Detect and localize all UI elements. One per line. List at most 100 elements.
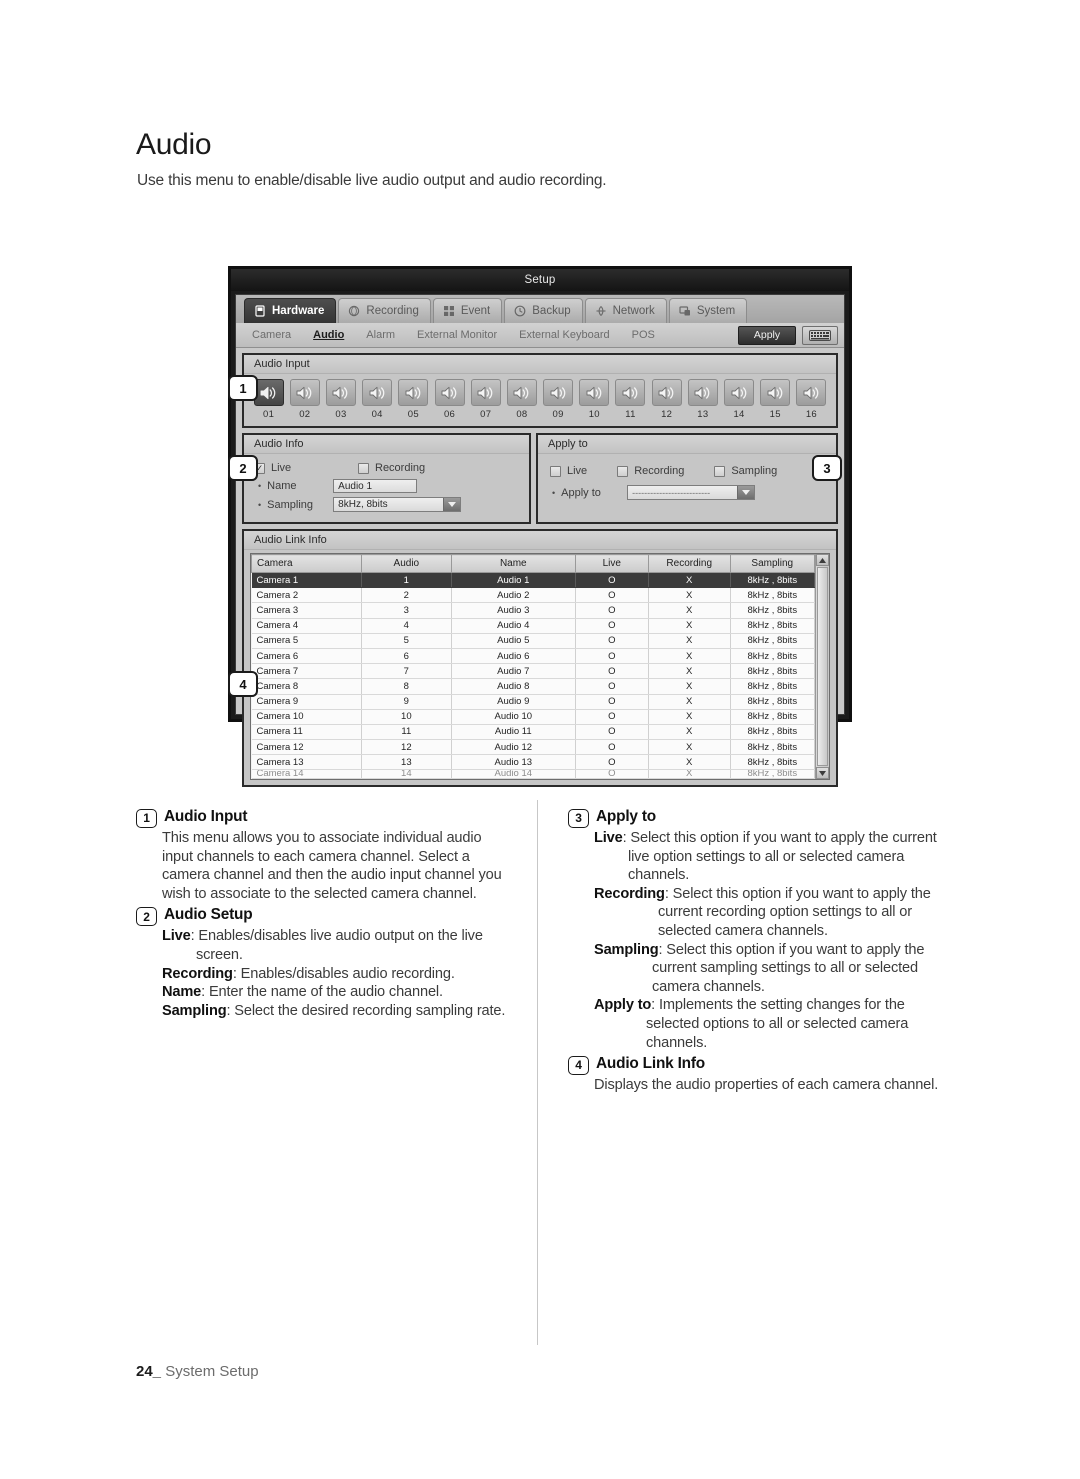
table-cell: 13: [361, 754, 452, 771]
table-cell: Camera 7: [251, 663, 362, 680]
audio-input-channel-14[interactable]: 14: [722, 379, 755, 420]
audio-input-channel-label: 13: [697, 409, 709, 420]
table-cell: 8kHz , 8bits: [730, 633, 816, 649]
tab-backup[interactable]: Backup: [504, 298, 583, 323]
table-cell: 8kHz , 8bits: [730, 709, 816, 725]
table-cell: 10: [361, 709, 452, 725]
audio-info-sampling-row: • Sampling 8kHz, 8bits: [252, 497, 521, 512]
table-row[interactable]: Camera 4 4 Audio 4 O X 8kHz , 8bits: [251, 618, 816, 634]
table-cell: Camera 6: [251, 648, 362, 665]
table-cell: Audio 8: [451, 678, 576, 695]
table-cell: Audio 7: [451, 663, 576, 680]
table-row[interactable]: Camera 1 1 Audio 1 O X 8kHz , 8bits: [251, 572, 816, 589]
audio-input-channel-15[interactable]: 15: [759, 379, 792, 420]
apply-to-live-checkbox[interactable]: Live: [550, 465, 587, 477]
table-row[interactable]: Camera 3 3 Audio 3 O X 8kHz , 8bits: [251, 602, 816, 619]
table-vertical-scrollbar[interactable]: [815, 554, 829, 780]
table-row[interactable]: Camera 14 14 Audio 14 O X 8kHz , 8bits: [251, 769, 816, 780]
table-cell: Camera 1: [251, 572, 362, 589]
apply-to-recording-checkbox[interactable]: Recording: [617, 465, 684, 477]
table-cell: 8kHz , 8bits: [730, 754, 816, 771]
backup-icon: [514, 305, 526, 317]
audio-input-channel-04[interactable]: 04: [361, 379, 394, 420]
audio-input-channel-16[interactable]: 16: [795, 379, 828, 420]
apply-button[interactable]: Apply: [738, 325, 796, 345]
table-cell: Camera 8: [251, 678, 362, 695]
audio-sampling-select[interactable]: 8kHz, 8bits: [333, 497, 462, 512]
item-entry-text: : Implements the setting changes for the…: [646, 997, 909, 1051]
subnav-item-alarm[interactable]: Alarm: [366, 329, 395, 341]
audio-input-channel-label: 04: [371, 409, 383, 420]
item-paragraph: This menu allows you to associate indivi…: [162, 830, 502, 902]
table-row[interactable]: Camera 7 7 Audio 7 O X 8kHz , 8bits: [251, 663, 816, 680]
tab-system[interactable]: System: [668, 298, 748, 323]
description-item-audio-setup: 2 Audio Setup Live: Enables/disables liv…: [136, 906, 511, 1020]
apply-to-target-row: • Apply to --------------------------: [546, 485, 828, 500]
audio-info-recording-checkbox[interactable]: Recording: [358, 462, 425, 474]
table-cell: 1: [361, 572, 452, 589]
audio-input-channel-label: 11: [625, 409, 636, 420]
audio-input-channel-06[interactable]: 06: [433, 379, 466, 420]
keyboard-icon[interactable]: [802, 325, 838, 345]
table-row[interactable]: Camera 8 8 Audio 8 O X 8kHz , 8bits: [251, 678, 816, 695]
item-title: Apply to: [596, 808, 656, 825]
checkbox-box-icon: [617, 465, 629, 477]
table-row[interactable]: Camera 10 10 Audio 10 O X 8kHz , 8bits: [251, 709, 816, 725]
audio-input-channel-03[interactable]: 03: [324, 379, 357, 420]
audio-sampling-value: 8kHz, 8bits: [334, 498, 444, 511]
table-row[interactable]: Camera 9 9 Audio 9 O X 8kHz , 8bits: [251, 694, 816, 710]
table-cell: X: [648, 572, 731, 589]
item-title: Audio Setup: [164, 906, 253, 924]
audio-input-channel-10[interactable]: 10: [578, 379, 611, 420]
audio-input-channel-05[interactable]: 05: [397, 379, 430, 420]
scroll-down-icon[interactable]: [816, 767, 829, 780]
audio-link-table: Camera Audio Name Live Recording Sampling Cam…: [251, 554, 816, 780]
tab-recording[interactable]: Recording: [338, 298, 431, 323]
apply-to-sampling-checkbox[interactable]: Sampling: [714, 465, 777, 477]
chevron-down-icon: [737, 486, 755, 499]
scroll-up-icon[interactable]: [816, 554, 829, 566]
description-item-apply-to: 3 Apply to Live: Select this option if y…: [568, 808, 958, 1052]
system-icon: [679, 306, 690, 316]
table-row[interactable]: Camera 13 13 Audio 13 O X 8kHz , 8bits: [251, 754, 816, 771]
tab-hardware[interactable]: Hardware: [244, 298, 337, 323]
item-entry: Live: Select this option if you want to …: [594, 829, 958, 885]
item-entry-text: : Enter the name of the audio channel.: [201, 984, 443, 1001]
tab-network[interactable]: Network: [584, 298, 667, 323]
subnav-item-pos[interactable]: POS: [632, 329, 655, 341]
subnav-item-external-keyboard[interactable]: External Keyboard: [519, 329, 610, 341]
apply-to-target-select[interactable]: --------------------------: [627, 485, 756, 500]
audio-input-channel-07[interactable]: 07: [469, 379, 502, 420]
table-cell: 8kHz , 8bits: [730, 663, 816, 680]
audio-input-channel-label: 01: [263, 409, 275, 420]
audio-name-input[interactable]: Audio 1: [333, 479, 418, 493]
audio-info-name-label: Name: [267, 480, 297, 492]
table-row[interactable]: Camera 6 6 Audio 6 O X 8kHz , 8bits: [251, 648, 816, 665]
table-cell: 8kHz , 8bits: [730, 602, 816, 619]
subnav-item-audio[interactable]: Audio: [313, 329, 344, 341]
table-cell: O: [575, 602, 649, 619]
scrollbar-thumb[interactable]: [817, 567, 828, 767]
table-row[interactable]: Camera 2 2 Audio 2 O X 8kHz , 8bits: [251, 587, 816, 604]
table-cell: Camera 11: [251, 724, 362, 741]
audio-input-channel-12[interactable]: 12: [650, 379, 683, 420]
subnav-item-camera[interactable]: Camera: [252, 329, 291, 341]
subnav-item-external-monitor[interactable]: External Monitor: [417, 329, 497, 341]
tab-event[interactable]: Event: [432, 298, 503, 323]
table-cell: O: [575, 769, 649, 780]
audio-link-info-panel: Audio Link Info Camera Audio Name Live Recor…: [242, 529, 838, 788]
callout-badge-4: 4: [228, 671, 258, 697]
table-row[interactable]: Camera 11 11 Audio 11 O X 8kHz , 8bits: [251, 724, 816, 741]
audio-input-channel-08[interactable]: 08: [505, 379, 538, 420]
audio-input-channel-11[interactable]: 11: [614, 379, 647, 420]
audio-info-live-checkbox[interactable]: ✓ Live: [254, 462, 358, 474]
item-entry-term: Recording: [594, 885, 665, 902]
speaker-icon: [796, 379, 827, 406]
table-row[interactable]: Camera 5 5 Audio 5 O X 8kHz , 8bits: [251, 633, 816, 649]
table-row[interactable]: Camera 12 12 Audio 12 O X 8kHz , 8bits: [251, 739, 816, 756]
audio-input-channel-02[interactable]: 02: [288, 379, 321, 420]
audio-input-channel-09[interactable]: 09: [542, 379, 575, 420]
speaker-icon: [506, 379, 537, 406]
page-intro-text: Use this menu to enable/disable live aud…: [137, 172, 607, 189]
audio-input-channel-13[interactable]: 13: [686, 379, 719, 420]
